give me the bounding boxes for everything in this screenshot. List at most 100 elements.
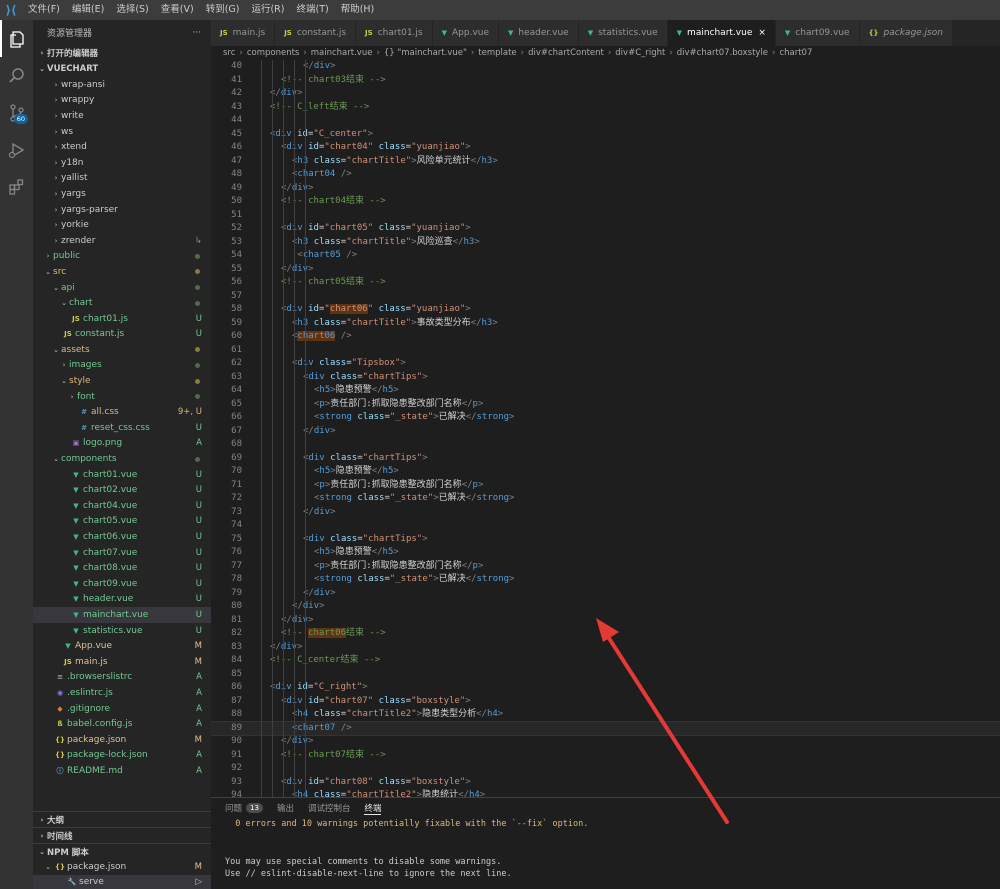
panel-tab[interactable]: 终端: [364, 802, 382, 815]
menu-item[interactable]: 选择(S): [110, 0, 154, 20]
file-tree-row[interactable]: ⌄ assets: [33, 342, 211, 358]
breadcrumb-item[interactable]: src: [223, 48, 235, 58]
file-tree-row[interactable]: › yargs: [33, 186, 211, 202]
file-tree-row[interactable]: ⌄ api: [33, 280, 211, 296]
editor-tab[interactable]: ▼ App.vue: [432, 20, 500, 46]
file-tree-row[interactable]: › font: [33, 389, 211, 405]
outline-section[interactable]: › 大纲: [33, 811, 211, 827]
menu-item[interactable]: 运行(R): [245, 0, 290, 20]
code-token: <!-- C_left结束 -->: [270, 101, 370, 112]
terminal-output[interactable]: 0 errors and 10 warnings potentially fix…: [211, 818, 1000, 881]
panel-tab[interactable]: 输出: [277, 802, 294, 814]
npm-script-row[interactable]: 🔧 serve ▷: [33, 874, 211, 889]
file-tree-row[interactable]: ◉ .eslintrc.js A: [33, 685, 211, 701]
file-tree-row[interactable]: ▼ chart07.vue U: [33, 545, 211, 561]
file-tree-row[interactable]: ⌄ components: [33, 451, 211, 467]
chevron-right-icon: ›: [54, 80, 58, 89]
npm-script-row[interactable]: ⌄ {} package.json M: [33, 859, 211, 875]
file-tree-label: chart01.vue: [83, 469, 138, 480]
file-tree-row[interactable]: ▼ chart05.vue U: [33, 514, 211, 530]
file-tree-row[interactable]: ▼ chart06.vue U: [33, 529, 211, 545]
file-tree-row[interactable]: › write: [33, 108, 211, 124]
extensions-icon[interactable]: [0, 168, 33, 205]
panel-tab[interactable]: 问题 13: [225, 802, 263, 814]
breadcrumb-item[interactable]: template: [478, 48, 516, 58]
file-tree-row[interactable]: › public: [33, 249, 211, 265]
file-tree-row[interactable]: {} package.json M: [33, 732, 211, 748]
code-line: 74: [211, 519, 1000, 533]
editor-tab[interactable]: ▼ mainchart.vue ×: [667, 20, 776, 46]
file-tree-row[interactable]: # all.css 9+, U: [33, 404, 211, 420]
file-tree-row[interactable]: # reset_css.css U: [33, 420, 211, 436]
file-tree-row[interactable]: › yallist: [33, 171, 211, 187]
line-number: 48: [231, 169, 242, 179]
file-tree-row[interactable]: ▼ statistics.vue U: [33, 623, 211, 639]
file-tree-row[interactable]: › yorkie: [33, 217, 211, 233]
file-tree-row[interactable]: ▣ logo.png A: [33, 436, 211, 452]
file-tree-row[interactable]: ▼ header.vue U: [33, 592, 211, 608]
file-tree-row[interactable]: › ws: [33, 124, 211, 140]
editor-tab[interactable]: ▼ header.vue: [499, 20, 579, 46]
file-tree-row[interactable]: › y18n: [33, 155, 211, 171]
file-tree-row[interactable]: ß babel.config.js A: [33, 716, 211, 732]
source-control-icon[interactable]: 60: [0, 94, 33, 131]
file-tree-row[interactable]: ▼ chart01.vue U: [33, 467, 211, 483]
file-tree-row[interactable]: JS constant.js U: [33, 327, 211, 343]
editor-tab[interactable]: {} package.json: [859, 20, 953, 46]
code-editor[interactable]: 40 </div> 41 <!-- chart03结束 --> 42 </div> 43 <!…: [211, 60, 1000, 812]
breadcrumb-item[interactable]: components: [247, 48, 300, 58]
breadcrumb-item[interactable]: chart07: [779, 48, 812, 58]
chevron-right-icon: ›: [54, 143, 58, 152]
editor-tab[interactable]: JS constant.js: [275, 20, 357, 46]
search-icon[interactable]: [0, 57, 33, 94]
project-section[interactable]: ⌄ VUECHART: [33, 61, 211, 77]
line-number: 63: [231, 371, 242, 382]
run-debug-icon[interactable]: [0, 131, 33, 168]
npm-scripts-section[interactable]: ⌄ NPM 脚本: [33, 843, 211, 859]
file-tree-row[interactable]: › yargs-parser: [33, 202, 211, 218]
file-tree-row[interactable]: ⌄ src: [33, 264, 211, 280]
editor-tab[interactable]: ▼ chart09.vue: [775, 20, 860, 46]
menu-item[interactable]: 文件(F): [22, 0, 66, 20]
menu-item[interactable]: 转到(G): [200, 0, 246, 20]
breadcrumb-item[interactable]: mainchart.vue: [311, 48, 373, 58]
breadcrumb-item[interactable]: div#C_right: [615, 48, 665, 58]
file-tree-row[interactable]: JS main.js M: [33, 654, 211, 670]
file-tree-row[interactable]: › wrappy: [33, 93, 211, 109]
code-token: class: [357, 493, 385, 503]
file-tree-row[interactable]: ≡ .browserslistrc A: [33, 670, 211, 686]
file-tree-row[interactable]: ⓘ README.md A: [33, 763, 211, 779]
breadcrumb-item[interactable]: {} "mainchart.vue": [384, 48, 467, 58]
panel-tab[interactable]: 调试控制台: [308, 802, 351, 814]
breadcrumb-item[interactable]: div#chart07.boxstyle: [677, 48, 768, 58]
editor-tab[interactable]: ▼ statistics.vue: [578, 20, 668, 46]
file-tree-row[interactable]: › zrender ↳: [33, 233, 211, 249]
file-tree-row[interactable]: JS chart01.js U: [33, 311, 211, 327]
files-icon[interactable]: [0, 20, 33, 57]
file-tree-row[interactable]: › xtend: [33, 139, 211, 155]
file-tree-row[interactable]: ▼ chart02.vue U: [33, 482, 211, 498]
file-tree-row[interactable]: ▼ chart09.vue U: [33, 576, 211, 592]
breadcrumb-item[interactable]: div#chartContent: [528, 48, 604, 58]
menu-item[interactable]: 终端(T): [290, 0, 334, 20]
editor-tab[interactable]: JS chart01.js: [356, 20, 433, 46]
menu-item[interactable]: 帮助(H): [335, 0, 381, 20]
file-tree-row[interactable]: ⌄ chart: [33, 295, 211, 311]
close-icon[interactable]: ×: [758, 28, 766, 38]
menu-item[interactable]: 查看(V): [155, 0, 200, 20]
file-tree-row[interactable]: › wrap-ansi: [33, 77, 211, 93]
file-tree-row[interactable]: ▼ App.vue M: [33, 638, 211, 654]
file-tree-row[interactable]: ▼ mainchart.vue U: [33, 607, 211, 623]
file-tree-row[interactable]: {} package-lock.json A: [33, 748, 211, 764]
menu-item[interactable]: 编辑(E): [66, 0, 110, 20]
file-tree-row[interactable]: ◆ .gitignore A: [33, 701, 211, 717]
more-actions-icon[interactable]: ···: [192, 28, 201, 38]
editor-tab[interactable]: JS main.js: [211, 20, 276, 46]
file-tree-row[interactable]: ▼ chart08.vue U: [33, 560, 211, 576]
file-tree-row[interactable]: ▼ chart04.vue U: [33, 498, 211, 514]
open-editors-section[interactable]: › 打开的编辑器: [33, 45, 211, 61]
file-tree-row[interactable]: ⌄ style: [33, 373, 211, 389]
run-script-icon[interactable]: ▷: [195, 877, 202, 887]
timeline-section[interactable]: › 时间线: [33, 827, 211, 843]
file-tree-row[interactable]: › images: [33, 358, 211, 374]
